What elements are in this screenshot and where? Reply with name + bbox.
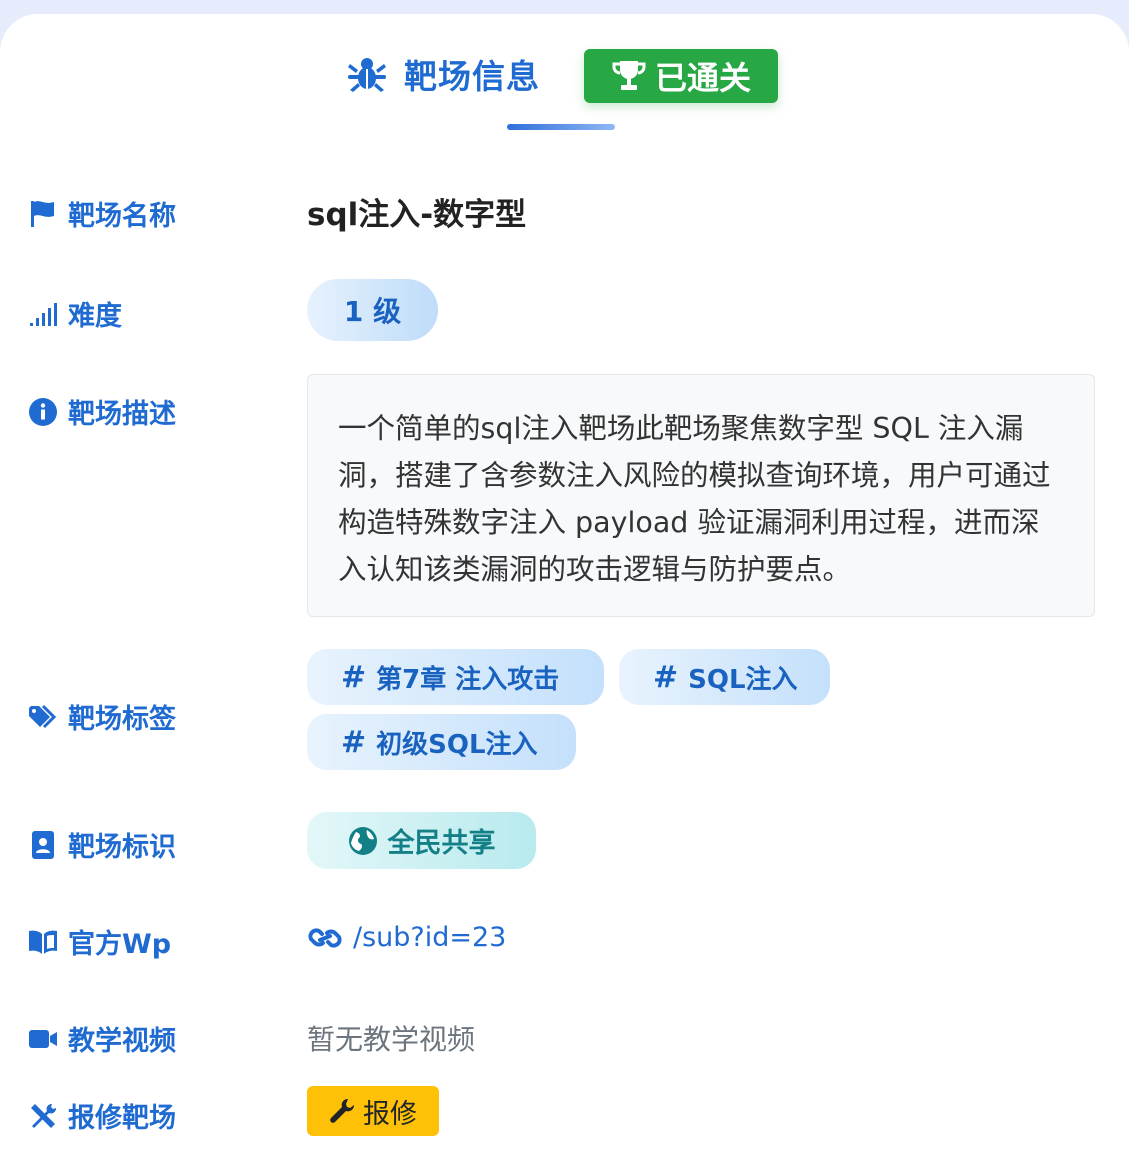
trophy-icon xyxy=(612,61,646,90)
link-icon xyxy=(308,927,342,948)
field-label-tags: 靶场标签 xyxy=(28,697,176,736)
field-label-identity: 靶场标识 xyxy=(28,825,176,864)
tag-item[interactable]: # 第7章 注入攻击 xyxy=(307,649,604,705)
status-badge: 已通关 xyxy=(584,49,778,103)
field-label-description: 靶场描述 xyxy=(28,392,176,431)
wp-link-text[interactable]: /sub?id=23 xyxy=(353,922,506,953)
info-circle-icon xyxy=(29,397,57,426)
id-badge-icon xyxy=(32,830,54,859)
wrench-icon xyxy=(330,1098,355,1123)
tag-item[interactable]: # 初级SQL注入 xyxy=(307,714,576,770)
no-video-text: 暂无教学视频 xyxy=(307,1023,476,1056)
flag-icon xyxy=(31,200,54,227)
field-label-repair: 报修靶场 xyxy=(28,1096,176,1135)
description-box: 一个简单的sql注入靶场此靶场聚焦数字型 SQL 注入漏洞，搭建了含参数注入风险… xyxy=(307,374,1095,617)
difficulty-badge: 1 级 xyxy=(307,279,438,341)
wp-link[interactable]: /sub?id=23 xyxy=(307,922,506,953)
tags-icon xyxy=(29,704,57,728)
tools-icon xyxy=(31,1103,57,1128)
status-badge-label: 已通关 xyxy=(654,59,751,97)
page-title: 靶场信息 xyxy=(404,57,540,96)
repair-button-label: 报修 xyxy=(363,1098,417,1129)
field-label-difficulty: 难度 xyxy=(28,294,122,333)
video-camera-icon xyxy=(29,1029,57,1048)
repair-button[interactable]: 报修 xyxy=(307,1086,439,1136)
signal-bars-icon xyxy=(30,302,57,326)
field-label-name: 靶场名称 xyxy=(28,194,176,233)
book-open-icon xyxy=(29,930,57,954)
globe-icon xyxy=(348,826,377,855)
bug-icon xyxy=(348,58,386,92)
share-badge: 全民共享 xyxy=(307,812,536,869)
title-underline xyxy=(507,124,615,130)
field-label-wp: 官方Wp xyxy=(28,922,171,961)
field-label-video: 教学视频 xyxy=(28,1019,176,1058)
tag-item[interactable]: # SQL注入 xyxy=(619,649,830,705)
range-name-value: sql注入-数字型 xyxy=(307,197,527,233)
